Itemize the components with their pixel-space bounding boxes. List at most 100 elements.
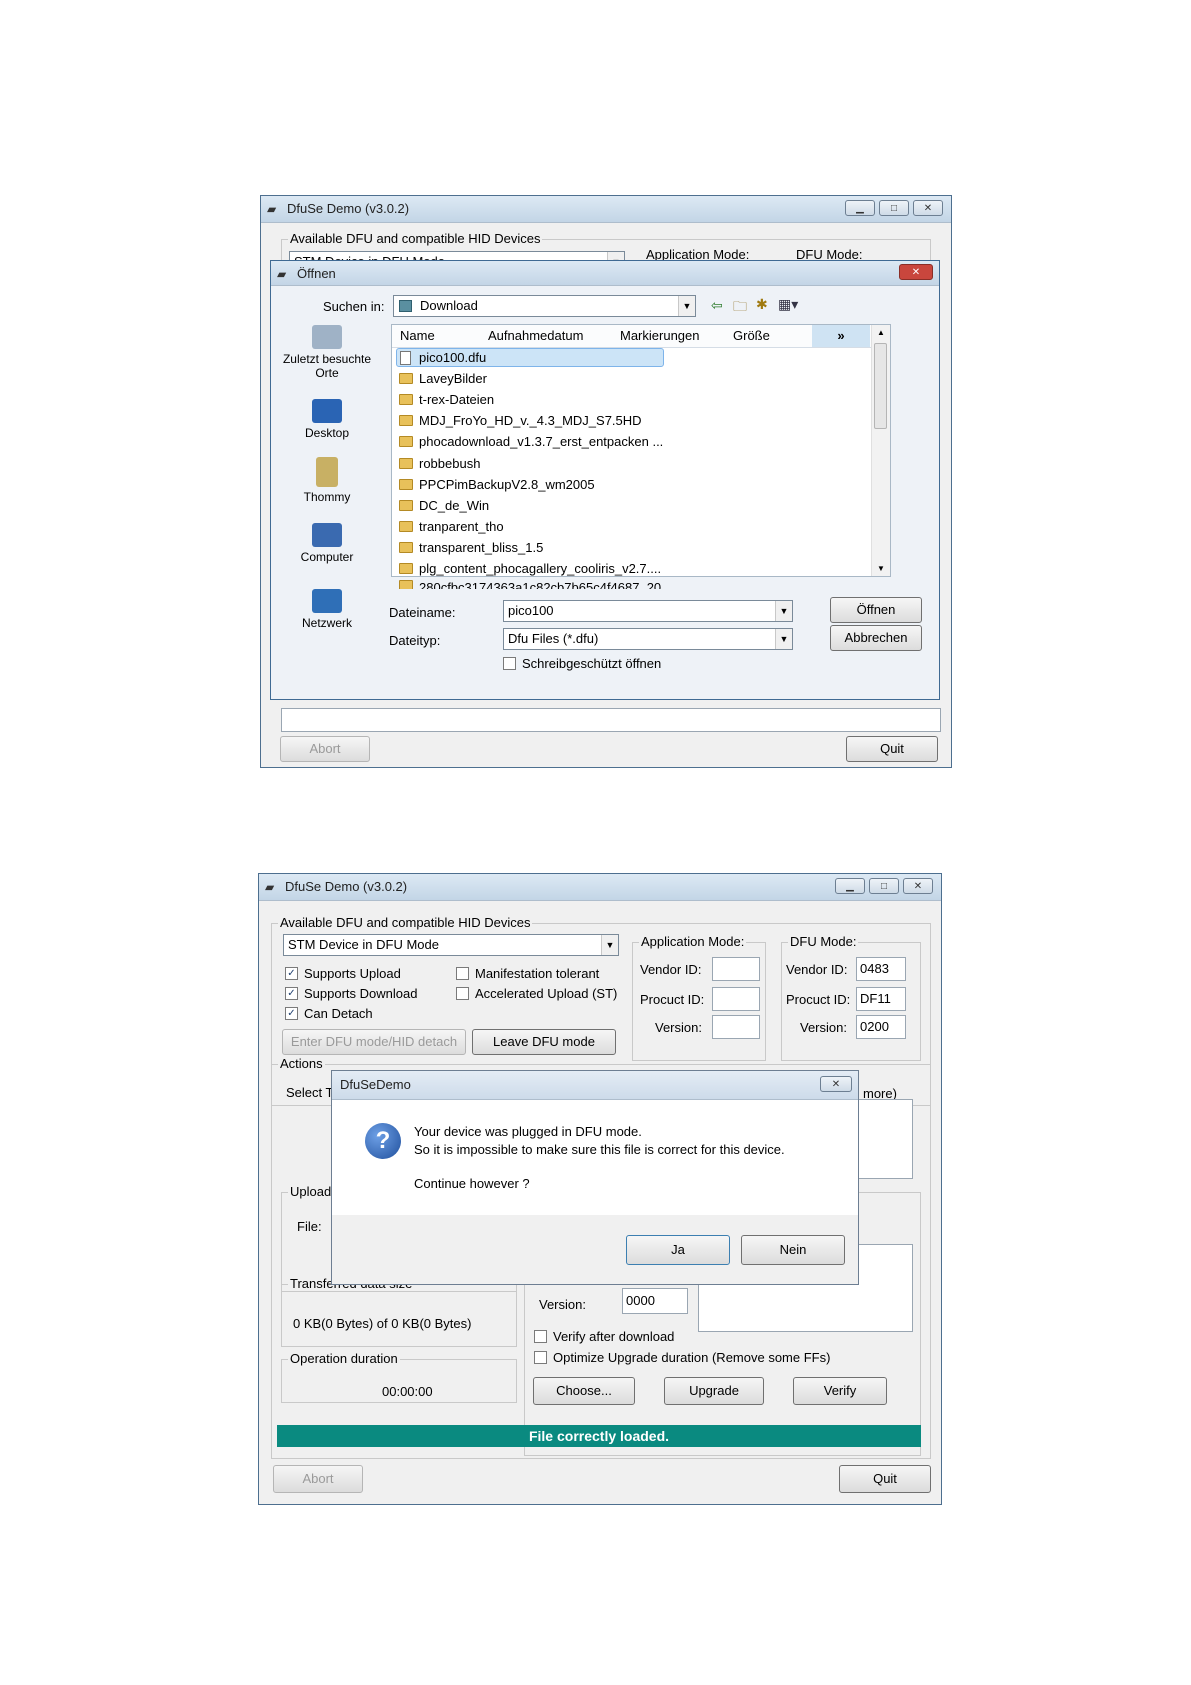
scroll-up-icon[interactable]: ▲ [877,328,885,337]
supports-download-checkbox: ✓ Supports Download [285,986,417,1001]
list-item[interactable]: phocadownload_v1.3.7_erst_entpacken ... [399,434,663,449]
look-in-value: Download [420,298,478,313]
file-name: pico100.dfu [419,350,487,365]
recent-places-icon [312,325,342,349]
confirm-close-icon[interactable]: ✕ [820,1076,852,1092]
filetype-value: Dfu Files (*.dfu) [508,631,599,646]
column-date[interactable]: Aufnahmedatum [488,328,583,343]
file-name: MDJ_FroYo_HD_v._4.3_MDJ_S7.5HD [419,413,642,428]
window-title: DfuSe Demo (v3.0.2) [285,879,408,894]
confirm-title-bar: DfuSeDemo ✕ [332,1071,858,1100]
optimize-checkbox[interactable]: Optimize Upgrade duration (Remove some F… [534,1350,830,1365]
device-select[interactable]: STM Device in DFU Mode ▼ [283,934,619,956]
supports-upload-checkbox: ✓ Supports Upload [285,966,401,981]
can-detach-label: Can Detach [304,1006,373,1021]
place-recent-label: Zuletzt besuchte Orte [282,352,372,380]
app-icon: ▰ [267,202,277,216]
place-desktop[interactable]: Desktop [271,399,383,440]
list-item[interactable]: plg_content_phocagallery_cooliris_v2.7..… [399,561,661,576]
maximize-icon[interactable]: □ [879,200,909,216]
dfuse-window-top: ▰ DfuSe Demo (v3.0.2) ▁ □ ✕ Available DF… [260,195,952,768]
select-target-label: Select T [286,1085,334,1100]
chevron-down-icon: ▼ [678,296,695,316]
list-item[interactable]: t-rex-Dateien [399,392,494,407]
place-computer[interactable]: Computer [271,523,383,564]
filename-input[interactable]: pico100 ▼ [503,600,793,622]
app-icon: ▰ [265,880,275,894]
quit-button[interactable]: Quit [839,1465,931,1493]
maximize-icon[interactable]: □ [869,878,899,894]
verify-after-checkbox[interactable]: Verify after download [534,1329,674,1344]
vertical-scrollbar[interactable]: ▲ ▼ [871,325,890,576]
list-item[interactable]: tranparent_tho [399,519,504,534]
scroll-down-icon[interactable]: ▼ [877,564,885,573]
checkbox-box [534,1330,547,1343]
title-bar: ▰ DfuSe Demo (v3.0.2) ▁ □ ✕ [261,196,951,223]
list-item[interactable]: LaveyBilder [399,371,487,386]
abort-button[interactable]: Abort [273,1465,363,1493]
close-icon[interactable]: ✕ [913,200,943,216]
list-item[interactable]: DC_de_Win [399,498,489,513]
list-item[interactable]: pico100.dfu [400,350,486,365]
app-vendor-label: Vendor ID: [640,962,702,977]
list-item[interactable]: MDJ_FroYo_HD_v._4.3_MDJ_S7.5HD [399,413,642,428]
place-recent[interactable]: Zuletzt besuchte Orte [271,325,383,380]
file-icon [400,350,411,365]
place-user[interactable]: Thommy [271,457,383,504]
look-in-select[interactable]: Download ▼ [393,295,696,317]
minimize-icon[interactable]: ▁ [835,878,865,894]
confirm-line-2: So it is impossible to make sure this fi… [414,1142,785,1157]
app-product-label: Procuct ID: [640,992,705,1007]
folder-icon [399,436,413,447]
chevron-down-icon: ▼ [775,601,792,621]
place-network[interactable]: Netzwerk [271,589,383,630]
back-arrow-icon[interactable]: ⇦ [711,297,723,314]
upgrade-button[interactable]: Upgrade [664,1377,764,1405]
verify-button[interactable]: Verify [793,1377,887,1405]
folder-icon [399,500,413,511]
folder-icon [399,580,413,589]
leave-dfu-button[interactable]: Leave DFU mode [472,1029,616,1055]
status-text: File correctly loaded. [528,1428,670,1444]
list-item[interactable]: transparent_bliss_1.5 [399,540,543,555]
devices-group-label: Available DFU and compatible HID Devices [278,915,533,930]
accelerated-label: Accelerated Upload (ST) [475,986,618,1001]
column-name[interactable]: Name [400,328,435,343]
dialog-title-bar: ▰ Öffnen ✕ [271,261,939,286]
enter-dfu-button[interactable]: Enter DFU mode/HID detach [282,1029,466,1055]
duration-value: 00:00:00 [382,1384,433,1399]
place-desktop-label: Desktop [304,426,350,440]
file-name: DC_de_Win [419,498,490,513]
scrollbar-thumb[interactable] [874,343,887,429]
folder-icon [399,542,413,553]
open-button[interactable]: Öffnen [830,597,922,623]
new-folder-icon[interactable]: ✱ [756,296,768,313]
column-tags[interactable]: Markierungen [620,328,700,343]
cancel-button[interactable]: Abbrechen [830,625,922,651]
network-icon [312,589,342,613]
quit-button[interactable]: Quit [846,736,938,762]
application-mode-label: Application Mode: [639,934,747,949]
choose-button[interactable]: Choose... [533,1377,635,1405]
more-columns-button[interactable]: » [812,325,870,347]
dialog-close-icon[interactable]: ✕ [899,264,933,280]
verify-after-label: Verify after download [553,1329,675,1344]
readonly-checkbox[interactable]: Schreibgeschützt öffnen [503,656,661,671]
list-item[interactable]: PPCPimBackupV2.8_wm2005 [399,477,595,492]
list-item[interactable]: 280cfbc3174363a1c82cb7b65c4f4687_20... [399,580,672,589]
abort-button[interactable]: Abort [280,736,370,762]
up-folder-icon[interactable]: 🗀 [733,296,747,320]
place-network-label: Netzwerk [301,616,352,630]
minimize-icon[interactable]: ▁ [845,200,875,216]
file-name: robbebush [419,456,481,471]
filetype-label: Dateityp: [389,633,441,648]
list-item[interactable]: robbebush [399,456,480,471]
column-size[interactable]: Größe [733,328,770,343]
dfuse-window-bottom: ▰ DfuSe Demo (v3.0.2) ▁ □ ✕ Available DF… [258,873,942,1505]
filetype-select[interactable]: Dfu Files (*.dfu) ▼ [503,628,793,650]
folder-icon [399,563,413,574]
view-menu-icon[interactable]: ▦▾ [778,296,798,313]
close-icon[interactable]: ✕ [903,878,933,894]
no-button[interactable]: Nein [741,1235,845,1265]
yes-button[interactable]: Ja [626,1235,730,1265]
